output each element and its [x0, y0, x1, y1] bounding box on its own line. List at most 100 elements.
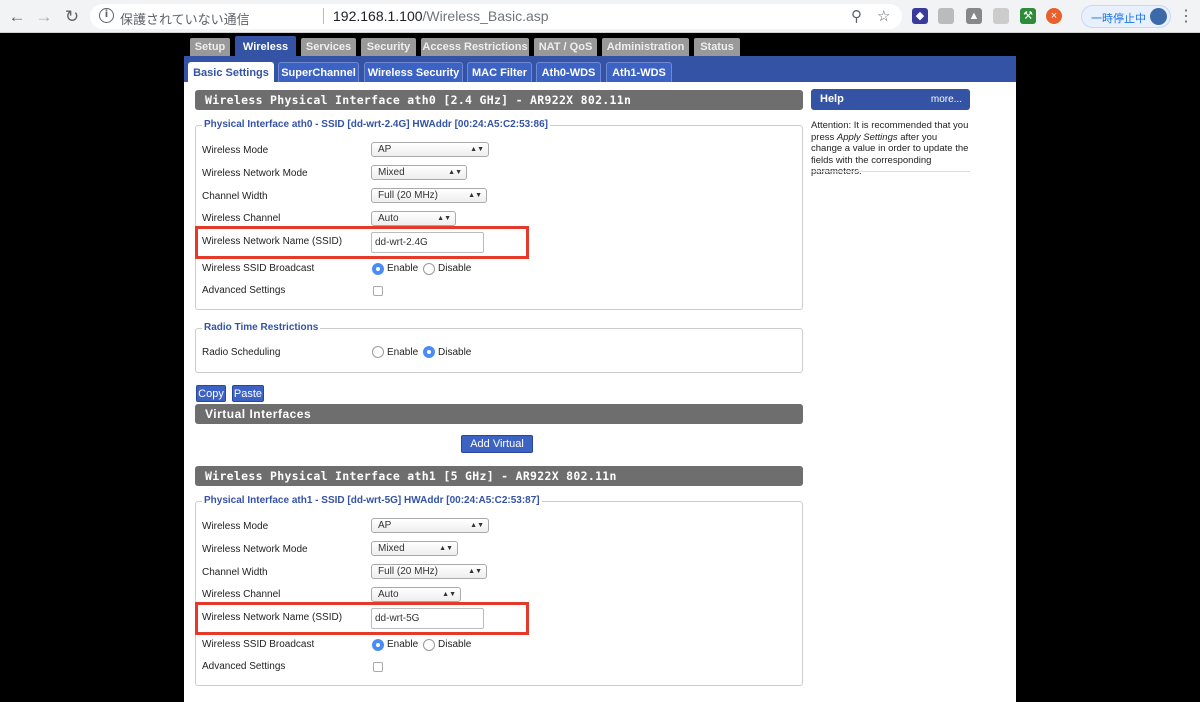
tab-services[interactable]: Services — [301, 38, 356, 56]
iface0-advanced-checkbox[interactable] — [373, 286, 383, 296]
extension-diamond-icon[interactable]: ◆ — [912, 8, 928, 24]
insecure-label: 保護されていない通信 — [120, 13, 250, 28]
help-text-em: Apply Settings — [836, 131, 898, 143]
ssid-highlight-box — [195, 226, 529, 259]
extension-doc-icon[interactable] — [993, 8, 1009, 24]
iface0-channel-label: Wireless Channel — [202, 213, 281, 224]
chevron-updown-icon: ▲▼ — [442, 591, 456, 598]
info-icon[interactable]: i — [99, 8, 114, 23]
url-text[interactable]: 192.168.1.100/Wireless_Basic.asp — [333, 8, 549, 24]
chevron-updown-icon: ▲▼ — [470, 146, 484, 153]
add-virtual-ap-button[interactable]: Add Virtual AP — [461, 435, 533, 467]
chevron-updown-icon: ▲▼ — [448, 169, 462, 176]
subtab-mac-filter[interactable]: MAC Filter — [467, 62, 532, 82]
divider — [323, 8, 324, 24]
key-icon[interactable]: ⚲ — [851, 8, 862, 25]
divider — [811, 171, 970, 172]
help-panel-header: Help more... — [811, 89, 970, 110]
profile-paused-button[interactable]: 一時停止中 — [1081, 5, 1171, 28]
iface0-broadcast-label: Wireless SSID Broadcast — [202, 263, 315, 274]
paste-button[interactable]: Paste — [232, 385, 264, 402]
copy-button[interactable]: Copy — [196, 385, 226, 402]
iface1-advanced-checkbox[interactable] — [373, 662, 383, 672]
radio-scheduling-label: Radio Scheduling — [202, 347, 281, 358]
iface1-netmode-select[interactable]: Mixed ▲▼ — [371, 541, 458, 556]
iface1-channel-label: Wireless Channel — [202, 589, 281, 600]
iface0-mode-label: Wireless Mode — [202, 145, 269, 156]
tab-setup[interactable]: Setup — [190, 38, 230, 56]
iface1-netmode-label: Wireless Network Mode — [202, 544, 308, 555]
tab-nat-qos[interactable]: NAT / QoS — [534, 38, 597, 56]
extension-clipboard-icon[interactable] — [938, 8, 954, 24]
extension-block-icon[interactable]: × — [1046, 8, 1062, 24]
iface0-broadcast-enable-radio[interactable] — [372, 263, 384, 275]
iface1-width-value: Full (20 MHz) — [378, 566, 439, 577]
iface1-netmode-value: Mixed — [378, 543, 405, 554]
tab-status[interactable]: Status — [694, 38, 740, 56]
iface1-broadcast-disable-label: Disable — [438, 639, 472, 650]
url-host: 192.168.1.100 — [333, 8, 423, 24]
extension-wrench-icon[interactable]: ⚒ — [1020, 8, 1036, 24]
url-path: /Wireless_Basic.asp — [422, 8, 549, 24]
chevron-updown-icon: ▲▼ — [468, 568, 482, 575]
help-title: Help — [820, 93, 844, 105]
iface1-mode-label: Wireless Mode — [202, 521, 269, 532]
iface1-width-select[interactable]: Full (20 MHz) ▲▼ — [371, 564, 487, 579]
radio-scheduling-enable-label: Enable — [387, 347, 419, 358]
iface0-broadcast-disable-radio[interactable] — [423, 263, 435, 275]
browser-toolbar: ← → ↻ i 保護されていない通信 192.168.1.100/Wireles… — [0, 0, 1200, 33]
main-tabs: Setup Wireless Services Security Access … — [184, 33, 1016, 58]
ssid-highlight-box — [195, 602, 529, 635]
iface1-broadcast-label: Wireless SSID Broadcast — [202, 639, 315, 650]
iface0-legend: Physical Interface ath0 - SSID [dd-wrt-2… — [202, 119, 550, 130]
help-more-link[interactable]: more... — [931, 89, 962, 110]
iface0-netmode-label: Wireless Network Mode — [202, 168, 308, 179]
iface1-mode-value: AP — [378, 520, 392, 531]
menu-icon[interactable]: ⋮ — [1178, 6, 1194, 26]
iface1-legend: Physical Interface ath1 - SSID [dd-wrt-5… — [202, 495, 542, 506]
reload-icon[interactable]: ↻ — [61, 6, 83, 28]
iface1-settings-group: Physical Interface ath1 - SSID [dd-wrt-5… — [195, 495, 803, 686]
tab-security[interactable]: Security — [361, 38, 416, 56]
iface0-mode-value: AP — [378, 144, 392, 155]
subtab-ath1-wds[interactable]: Ath1-WDS — [606, 62, 672, 82]
iface0-broadcast-disable-label: Disable — [438, 263, 472, 274]
chevron-updown-icon: ▲▼ — [439, 545, 453, 552]
iface0-settings-group: Physical Interface ath0 - SSID [dd-wrt-2… — [195, 119, 803, 310]
iface0-netmode-value: Mixed — [378, 167, 405, 178]
iface0-width-select[interactable]: Full (20 MHz) ▲▼ — [371, 188, 487, 203]
tab-access-restrictions[interactable]: Access Restrictions — [421, 38, 529, 56]
star-icon[interactable]: ☆ — [877, 8, 890, 25]
section-title-virtual-interfaces: Virtual Interfaces — [195, 404, 803, 424]
iface0-mode-select[interactable]: AP ▲▼ — [371, 142, 489, 157]
tab-wireless[interactable]: Wireless — [235, 36, 296, 58]
iface1-channel-select[interactable]: Auto ▲▼ — [371, 587, 461, 602]
radio-time-group: Radio Time Restrictions Radio Scheduling… — [195, 322, 803, 373]
tab-administration[interactable]: Administration — [602, 38, 689, 56]
chevron-updown-icon: ▲▼ — [470, 522, 484, 529]
iface1-advanced-label: Advanced Settings — [202, 661, 286, 672]
subtab-ath0-wds[interactable]: Ath0-WDS — [536, 62, 601, 82]
iface0-channel-value: Auto — [378, 213, 399, 224]
avatar-icon — [1150, 8, 1167, 25]
iface1-broadcast-enable-radio[interactable] — [372, 639, 384, 651]
radio-scheduling-disable-radio[interactable] — [423, 346, 435, 358]
subtab-basic-settings[interactable]: Basic Settings — [188, 62, 274, 82]
router-page: Setup Wireless Services Security Access … — [184, 33, 1016, 702]
subtab-wireless-security[interactable]: Wireless Security — [364, 62, 463, 82]
address-bar[interactable]: i 保護されていない通信 192.168.1.100/Wireless_Basi… — [90, 4, 902, 29]
forward-icon[interactable]: → — [33, 6, 55, 28]
iface1-broadcast-disable-radio[interactable] — [423, 639, 435, 651]
extension-drive-icon[interactable]: ▲ — [966, 8, 982, 24]
subtab-superchannel[interactable]: SuperChannel — [278, 62, 359, 82]
chevron-updown-icon: ▲▼ — [437, 215, 451, 222]
iface1-mode-select[interactable]: AP ▲▼ — [371, 518, 489, 533]
iface1-channel-value: Auto — [378, 589, 399, 600]
section-title-ath1: Wireless Physical Interface ath1 [5 GHz]… — [195, 466, 803, 486]
section-title-ath0: Wireless Physical Interface ath0 [2.4 GH… — [195, 90, 803, 110]
iface0-netmode-select[interactable]: Mixed ▲▼ — [371, 165, 467, 180]
radio-scheduling-enable-radio[interactable] — [372, 346, 384, 358]
back-icon[interactable]: ← — [6, 6, 28, 28]
chevron-updown-icon: ▲▼ — [468, 192, 482, 199]
iface0-channel-select[interactable]: Auto ▲▼ — [371, 211, 456, 226]
